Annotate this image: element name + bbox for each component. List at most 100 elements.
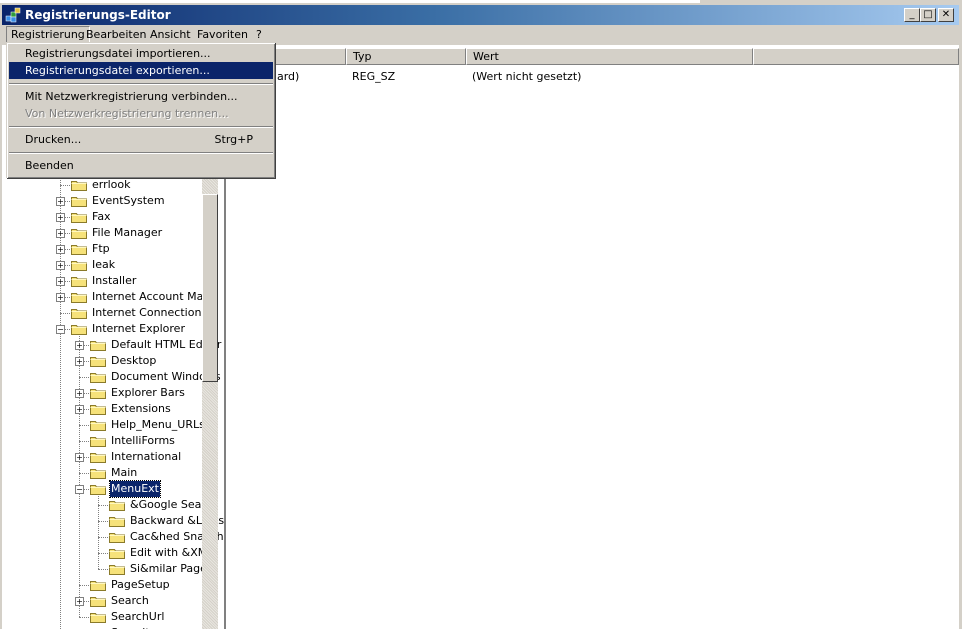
folder-icon (90, 597, 106, 607)
tree-item[interactable]: +Security (2, 625, 202, 629)
folder-icon (90, 613, 106, 623)
tree-connector (98, 569, 108, 570)
expand-icon[interactable]: + (56, 245, 65, 254)
expand-icon[interactable]: + (75, 357, 84, 366)
expand-icon[interactable]: + (75, 453, 84, 462)
folder-icon (71, 261, 87, 271)
menu-export-label: Registrierungsdatei exportieren... (25, 64, 210, 77)
expand-icon[interactable]: + (75, 405, 84, 414)
menu-exit[interactable]: Beenden (9, 157, 273, 174)
tree-item-label: Internet Explorer (92, 322, 185, 335)
tree-item[interactable]: Cac&hed Snapshot (2, 529, 224, 545)
window-title: Registrierungs-Editor (25, 8, 171, 22)
menu-print[interactable]: Drucken... Strg+P (9, 131, 273, 148)
folder-icon (109, 549, 125, 559)
folder-icon (109, 533, 125, 543)
tree-item[interactable]: + File Manager (2, 225, 202, 241)
tree-item-label: SearchUrl (111, 610, 165, 623)
tree-item[interactable]: − Internet Explorer (2, 321, 202, 337)
menu-import-registry[interactable]: Registrierungsdatei importieren... (9, 45, 273, 62)
tree-scroll-thumb[interactable] (202, 194, 218, 382)
expand-icon[interactable]: + (56, 213, 65, 222)
tree-connector (79, 441, 89, 442)
expand-icon[interactable]: + (56, 261, 65, 270)
tree-item[interactable]: Si&milar Pages (2, 561, 213, 577)
menu-help[interactable]: ? (252, 27, 266, 42)
tree-item[interactable]: + Desktop (2, 353, 202, 369)
tree-item[interactable]: IntelliForms (2, 433, 202, 449)
tree-item[interactable]: + Explorer Bars (2, 385, 202, 401)
tree-connector (79, 473, 89, 474)
menu-ansicht[interactable]: Ansicht (146, 27, 195, 42)
open-folder-icon (90, 485, 106, 495)
menu-connect-network[interactable]: Mit Netzwerkregistrierung verbinden... (9, 88, 273, 105)
expand-icon[interactable]: + (75, 341, 84, 350)
tree-connector (98, 537, 108, 538)
menu-connect-label: Mit Netzwerkregistrierung verbinden... (25, 90, 238, 103)
folder-icon (90, 405, 106, 415)
tree-item[interactable]: Main (2, 465, 202, 481)
tree-item-label: Extensions (111, 402, 171, 415)
maximize-button[interactable]: □ (920, 8, 936, 22)
tree-item-label: International (111, 450, 182, 463)
expand-icon[interactable]: + (56, 277, 65, 286)
tree-item[interactable]: Internet Connection Wi (2, 305, 219, 321)
registrierung-dropdown-menu: Registrierungsdatei importieren... Regis… (6, 42, 275, 178)
folder-icon (109, 517, 125, 527)
tree-item[interactable]: + International (2, 449, 202, 465)
tree-item-label: File Manager (92, 226, 163, 239)
menu-import-label: Registrierungsdatei importieren... (25, 47, 211, 60)
minimize-button[interactable]: _ (904, 8, 920, 22)
tree-item-label: Internet Account Mana (92, 290, 218, 303)
menu-separator (9, 126, 273, 128)
menu-favoriten[interactable]: Favoriten (193, 27, 252, 42)
folder-icon (109, 565, 125, 575)
tree-item[interactable]: + Search (2, 593, 202, 609)
menu-disconnect-network: Von Netzwerkregistrierung trennen... (9, 105, 273, 122)
tree-item[interactable]: + Internet Account Mana (2, 289, 217, 305)
tree-item[interactable]: PageSetup (2, 577, 202, 593)
column-header-value[interactable]: Wert (466, 48, 753, 65)
tree-item[interactable]: Help_Menu_URLs (2, 417, 205, 433)
expand-icon[interactable]: + (75, 597, 84, 606)
menu-registrierung[interactable]: Registrierung (6, 26, 90, 43)
tree-item[interactable]: + Ieak (2, 257, 202, 273)
column-header-type[interactable]: Typ (346, 48, 466, 65)
tree-item[interactable]: Document Windows (2, 369, 221, 385)
tree-item-label: Si&milar Pages (130, 562, 213, 575)
tree-item-label: errlook (92, 178, 131, 191)
menu-exit-label: Beenden (25, 159, 74, 172)
tree-item-label: Ieak (92, 258, 116, 271)
value-row-data[interactable]: (Wert nicht gesetzt) (472, 69, 581, 85)
folder-icon (71, 181, 87, 191)
expand-icon[interactable]: + (56, 229, 65, 238)
tree-item[interactable]: SearchUrl (2, 609, 202, 625)
tree-item[interactable]: + Installer (2, 273, 202, 289)
tree-item[interactable]: + EventSystem (2, 193, 202, 209)
tree-connector (60, 185, 70, 186)
tree-item[interactable]: &Google Search (2, 497, 219, 513)
menu-export-registry[interactable]: Registrierungsdatei exportieren... (9, 62, 273, 79)
menu-separator (9, 83, 273, 85)
tree-item-label: PageSetup (111, 578, 170, 591)
collapse-icon[interactable]: − (56, 325, 65, 334)
expand-icon[interactable]: + (56, 293, 65, 302)
close-button[interactable]: ✕ (938, 8, 954, 22)
tree-item[interactable]: + Extensions (2, 401, 202, 417)
tree-item[interactable]: Backward &Links (2, 513, 224, 529)
tree-item[interactable]: + Fax (2, 209, 202, 225)
expand-icon[interactable]: + (56, 197, 65, 206)
value-row-type[interactable]: REG_SZ (352, 69, 395, 85)
title-bar[interactable]: Registrierungs-Editor _ □ ✕ (2, 5, 959, 25)
tree-item[interactable]: errlook (2, 177, 202, 193)
menu-bearbeiten[interactable]: Bearbeiten (82, 27, 150, 42)
tree-connector (60, 313, 70, 314)
expand-icon[interactable]: + (75, 389, 84, 398)
tree-item[interactable]: − MenuExt (2, 480, 202, 498)
collapse-icon[interactable]: − (75, 485, 84, 494)
tree-item[interactable]: + Ftp (2, 241, 202, 257)
tree-item[interactable]: + Default HTML Editor (2, 337, 221, 353)
tree-item[interactable]: Edit with &XML (2, 545, 213, 561)
tree-item-label: Explorer Bars (111, 386, 185, 399)
tree-connector (79, 617, 89, 618)
